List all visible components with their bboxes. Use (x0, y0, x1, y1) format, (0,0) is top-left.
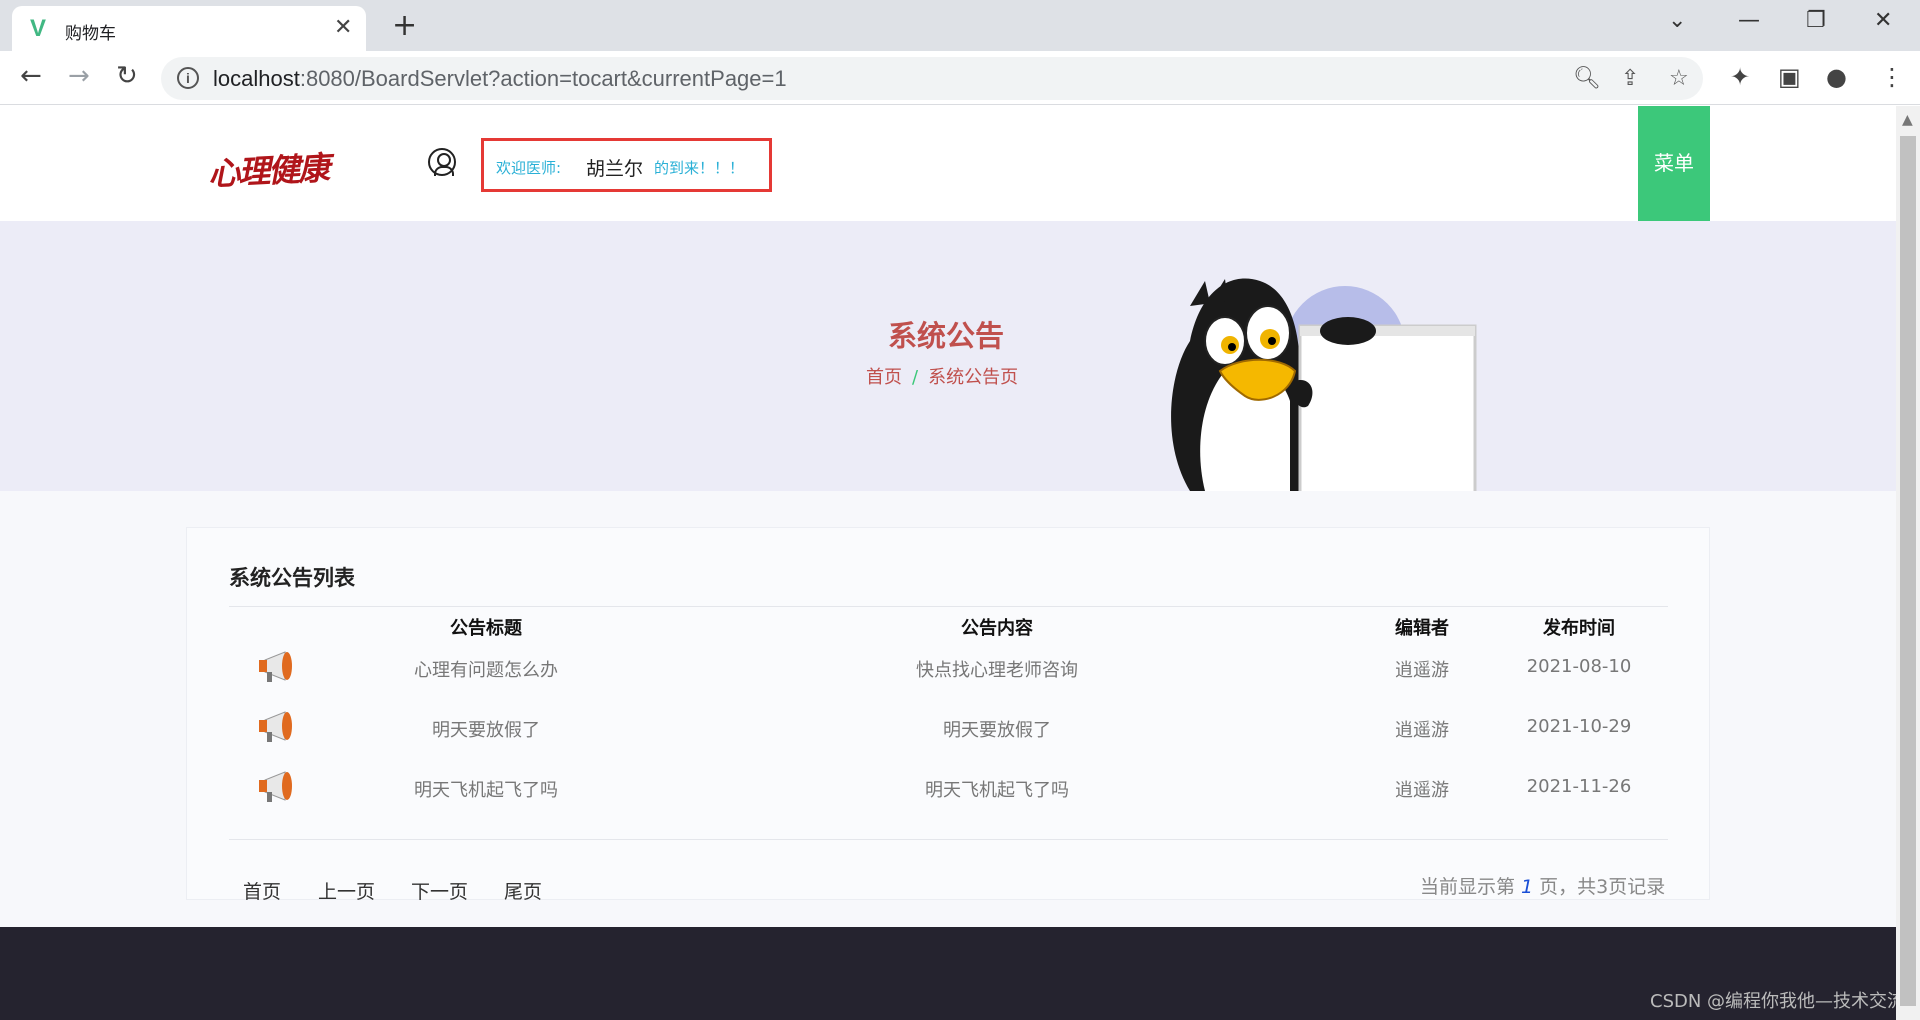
user-icon[interactable] (428, 148, 456, 176)
welcome-message: 欢迎医师: 胡兰尔 的到来！！！ (481, 138, 772, 192)
page-info-prefix: 当前显示第 (1420, 876, 1516, 898)
notice-content-cell: 明天飞机起飞了吗 (925, 780, 1069, 801)
breadcrumb: 首页 / 系统公告页 (866, 363, 1018, 389)
share-icon[interactable]: ⇪ (1621, 66, 1639, 91)
page-title: 系统公告 (888, 319, 1005, 353)
notice-content-cell: 明天要放假了 (943, 720, 1051, 741)
scrollbar-thumb[interactable] (1900, 136, 1916, 1006)
tab-title: 购物车 (65, 24, 116, 44)
url-text[interactable]: localhost:8080/BoardServlet?action=tocar… (213, 66, 787, 92)
notice-date-cell: 2021-11-26 (1526, 776, 1632, 797)
notice-title-cell[interactable]: 明天飞机起飞了吗 (414, 776, 558, 802)
page-info: 当前显示第 1 页，共3页记录 (1420, 872, 1665, 899)
more-menu-icon[interactable]: ⋮ (1880, 63, 1904, 91)
welcome-suffix: 的到来！！！ (654, 159, 745, 177)
divider (229, 839, 1668, 840)
column-header-title: 公告标题 (450, 618, 522, 639)
notice-title-cell[interactable]: 心理有问题怎么办 (414, 656, 558, 682)
breadcrumb-current: 系统公告页 (928, 367, 1019, 388)
tab-search-chevron-icon[interactable]: ⌄ (1668, 8, 1686, 33)
notice-date-cell: 2021-08-10 (1526, 656, 1632, 677)
current-page-number: 1 (1521, 876, 1534, 898)
notice-date-cell: 2021-10-29 (1526, 716, 1632, 737)
vue-favicon-icon: V (30, 15, 47, 42)
next-page-link[interactable]: 下一页 (411, 877, 468, 904)
url-host: localhost (213, 66, 300, 91)
side-panel-icon[interactable]: ▣ (1778, 63, 1801, 91)
notice-list-title: 系统公告列表 (229, 566, 355, 590)
close-window-icon[interactable]: ✕ (1874, 8, 1892, 33)
notice-editor-cell: 逍遥游 (1395, 660, 1449, 681)
megaphone-icon (259, 651, 292, 682)
site-info-icon[interactable]: i (177, 67, 199, 89)
notice-editor-cell: 逍遥游 (1395, 720, 1449, 741)
zoom-icon[interactable]: 🔍︎ (1573, 66, 1601, 91)
address-bar[interactable]: i localhost:8080/BoardServlet?action=toc… (161, 57, 1703, 100)
page-scrollbar[interactable]: ▲ (1896, 106, 1920, 1020)
page-viewport: 心理健康 欢迎医师: 胡兰尔 的到来！！！ 菜单 系统公告 首页 / 系统公告页 (0, 106, 1896, 1020)
first-page-link[interactable]: 首页 (243, 877, 281, 904)
notice-list-card: 系统公告列表 公告标题 公告内容 编辑者 发布时间 心理有问题怎么办 快点找心理… (186, 527, 1710, 903)
back-icon[interactable]: ← (20, 61, 42, 91)
column-header-editor: 编辑者 (1395, 618, 1449, 639)
user-name: 胡兰尔 (586, 158, 644, 180)
browser-toolbar: ← → ↻ i localhost:8080/BoardServlet?acti… (0, 51, 1920, 105)
close-tab-icon[interactable]: ✕ (334, 15, 352, 40)
minimize-icon[interactable]: — (1738, 8, 1760, 33)
url-path: :8080/BoardServlet?action=tocart&current… (299, 66, 787, 91)
site-header: 心理健康 欢迎医师: 胡兰尔 的到来！！！ 菜单 (0, 106, 1896, 221)
csdn-watermark: CSDN @编程你我他—技术交流 (1650, 991, 1896, 1012)
column-header-content: 公告内容 (961, 618, 1033, 639)
browser-tab[interactable]: V 购物车 ✕ (12, 6, 366, 51)
column-header-date: 发布时间 (1543, 618, 1615, 639)
forward-icon[interactable]: → (68, 61, 90, 91)
breadcrumb-home[interactable]: 首页 (866, 367, 902, 388)
breadcrumb-separator: / (912, 367, 919, 388)
main-content: 系统公告列表 公告标题 公告内容 编辑者 发布时间 心理有问题怎么办 快点找心理… (0, 491, 1896, 927)
new-tab-icon[interactable]: + (392, 8, 417, 43)
page-banner: 系统公告 首页 / 系统公告页 (0, 221, 1896, 491)
menu-button[interactable]: 菜单 (1638, 106, 1710, 221)
penguin-mascot-illustration (1171, 278, 1477, 491)
profile-avatar-icon[interactable]: ● (1826, 63, 1847, 91)
last-page-link[interactable]: 尾页 (504, 877, 542, 904)
megaphone-icon (259, 711, 292, 742)
prev-page-link[interactable]: 上一页 (318, 877, 375, 904)
welcome-prefix: 欢迎医师: (496, 159, 562, 177)
divider (229, 606, 1668, 607)
scroll-up-icon[interactable]: ▲ (1902, 112, 1913, 128)
megaphone-icon (259, 771, 292, 802)
notice-content-cell: 快点找心理老师咨询 (916, 660, 1078, 681)
extensions-icon[interactable]: ✦ (1730, 63, 1750, 91)
browser-tabbar: V 购物车 ✕ + ⌄ — ❐ ✕ (0, 0, 1920, 51)
notice-editor-cell: 逍遥游 (1395, 780, 1449, 801)
site-logo[interactable]: 心理健康 (207, 143, 329, 195)
restore-icon[interactable]: ❐ (1806, 8, 1826, 33)
bookmark-star-icon[interactable]: ☆ (1669, 66, 1689, 91)
site-footer: CSDN @编程你我他—技术交流 (0, 927, 1896, 1020)
page-info-suffix: 页，共3页记录 (1539, 876, 1666, 898)
notice-title-cell[interactable]: 明天要放假了 (432, 716, 540, 742)
reload-icon[interactable]: ↻ (116, 61, 138, 91)
